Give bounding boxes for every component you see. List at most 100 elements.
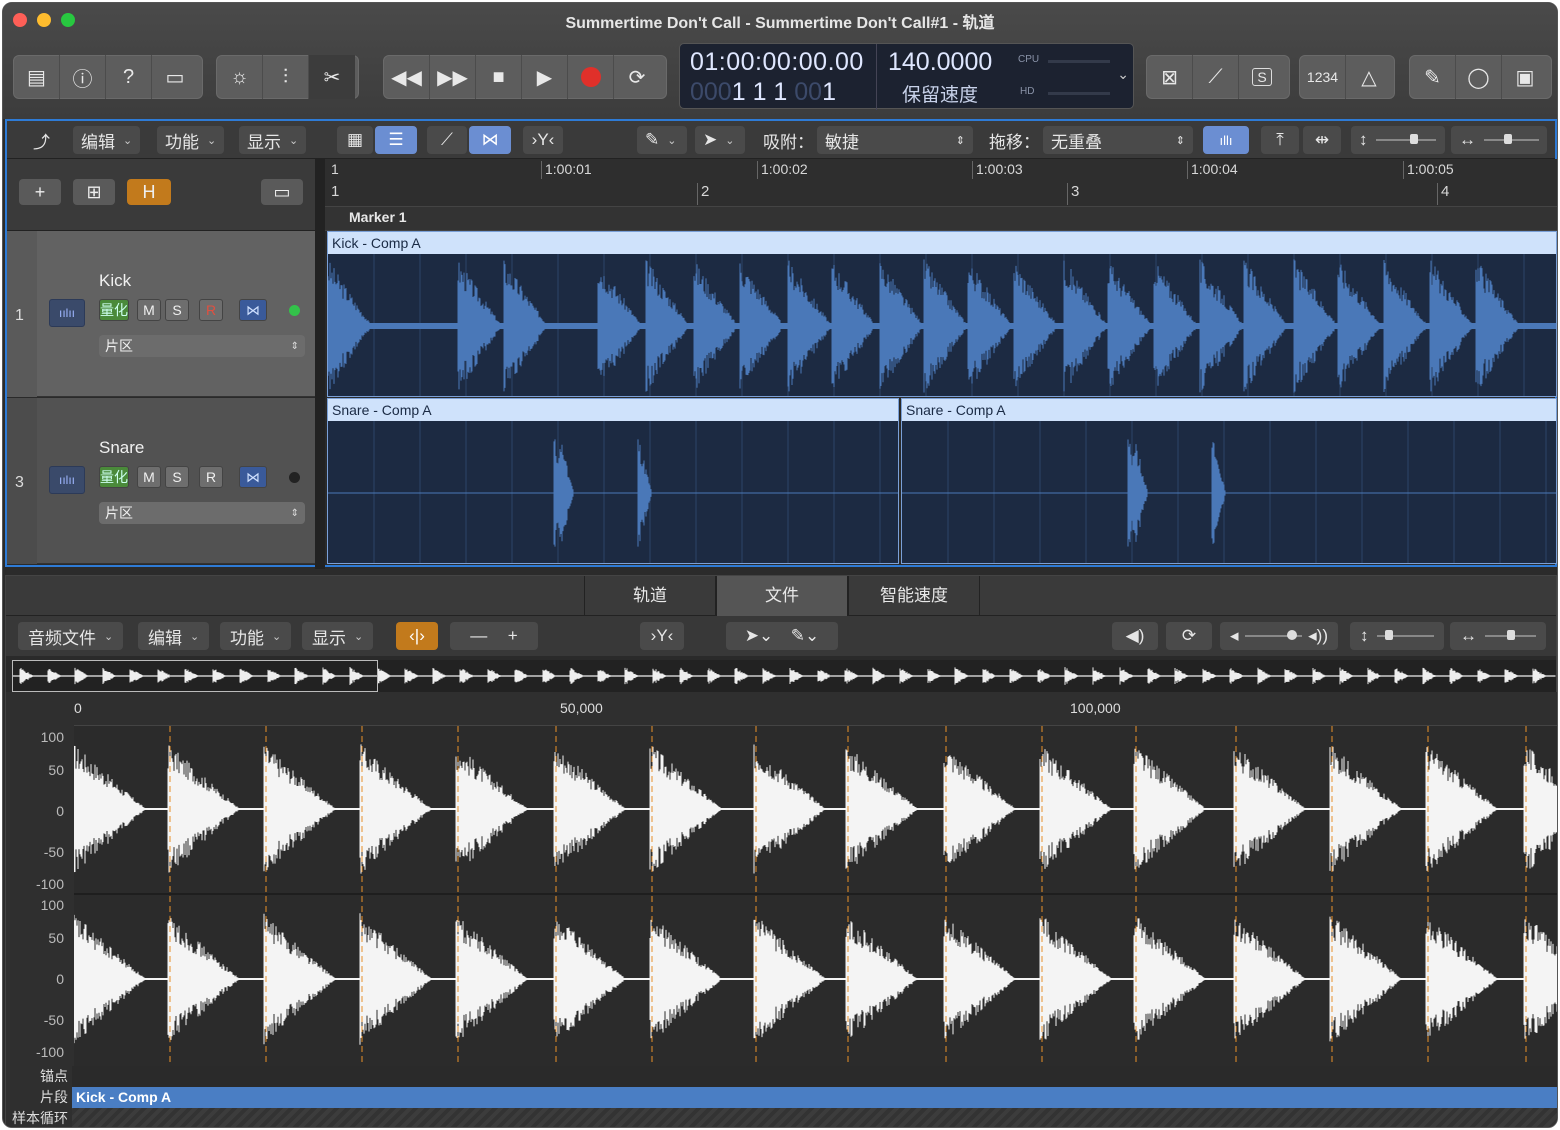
catch-icon[interactable]: ›Y‹: [523, 126, 563, 154]
hide-button[interactable]: H: [127, 179, 171, 205]
audio-region-kick[interactable]: Kick - Comp A: [327, 231, 1557, 397]
smart-controls-icon[interactable]: ☼: [217, 55, 263, 99]
solo-button[interactable]: S: [165, 299, 189, 321]
solo-icon[interactable]: S: [1239, 55, 1285, 99]
back-arrow-icon[interactable]: ⤴: [25, 126, 58, 154]
waveform-overview[interactable]: [11, 660, 1556, 692]
cycle-icon[interactable]: ⟳: [614, 55, 660, 99]
mute-button[interactable]: M: [137, 466, 161, 488]
drag-select[interactable]: 无重叠 ⇕: [1043, 126, 1193, 154]
audio-region-snare-1[interactable]: Snare - Comp A: [327, 398, 899, 564]
minus-icon: —: [470, 626, 488, 645]
replace-icon[interactable]: ⊠: [1147, 55, 1193, 99]
waveform-display[interactable]: [74, 726, 1557, 1066]
tab-file[interactable]: 文件: [716, 576, 848, 616]
pencil-tool-icon[interactable]: ✎ ⌄: [637, 126, 687, 154]
overview-visible-range[interactable]: [12, 660, 378, 692]
editor-scissors-icon[interactable]: ✂: [309, 55, 355, 99]
quantize-button[interactable]: 量化: [99, 466, 129, 488]
edit-menu[interactable]: 编辑 ⌄: [73, 126, 141, 154]
toolbar-icon[interactable]: ▭: [152, 55, 198, 99]
ruler-timecode: 1:00:02: [761, 161, 808, 177]
track-header-snare[interactable]: 3 Snare ıılıı 量化 M S R ⋈ 片区 ⇕: [7, 398, 315, 564]
view-menu[interactable]: 显示 ⌄: [239, 126, 307, 154]
info-icon[interactable]: ⓘ: [60, 55, 106, 99]
record-enable-button[interactable]: R: [199, 299, 223, 321]
track-name[interactable]: Snare: [99, 438, 144, 458]
loop-browser-icon[interactable]: ◯: [1456, 55, 1502, 99]
track-header-kick[interactable]: 1 Kick ıılıı 量化 M S R ⋈ 片区 ⇕: [7, 231, 315, 397]
play-icon[interactable]: ▶: [522, 55, 568, 99]
tuner-icon[interactable]: ⟋: [1193, 55, 1239, 99]
tracks-toolbar: ⤴ 编辑 ⌄ 功能 ⌄ 显示 ⌄ ▦ ☰ ⟋ ⋈ ›Y‹ ✎ ⌄ ➤ ⌄ 吸附： 敏捷 ⇕ …: [7, 121, 1555, 159]
editor-horizontal-zoom[interactable]: ↔: [1450, 622, 1546, 650]
functions-menu[interactable]: 功能 ⌄: [157, 126, 225, 154]
region-name: Snare - Comp A: [328, 399, 898, 421]
automation-icon[interactable]: ⟋: [427, 126, 467, 154]
metronome-icon[interactable]: △: [1346, 55, 1392, 99]
fit-vertical-icon[interactable]: ⤒: [1261, 126, 1299, 154]
global-tracks-icon[interactable]: ▭: [261, 179, 303, 205]
flex-icon[interactable]: ⋈: [469, 126, 511, 154]
region-menu[interactable]: 片区 ⇕: [99, 502, 305, 524]
notepad-icon[interactable]: ✎: [1410, 55, 1456, 99]
snap-label: 吸附：: [763, 132, 814, 152]
browser-icon[interactable]: ▣: [1502, 55, 1548, 99]
editor-view-menu[interactable]: 显示 ⌄: [302, 622, 374, 650]
count-in-icon[interactable]: 1234: [1300, 55, 1346, 99]
record-icon[interactable]: [568, 55, 614, 99]
rewind-icon[interactable]: ◀◀: [384, 55, 430, 99]
solo-button[interactable]: S: [165, 466, 189, 488]
help-icon[interactable]: ?: [106, 55, 152, 99]
fast-forward-icon[interactable]: ▶▶: [430, 55, 476, 99]
editor-vertical-zoom[interactable]: ↕: [1350, 622, 1444, 650]
lcd-display[interactable]: 01:00:00:00.00 0001 1 1 001 140.0000 保留速…: [679, 43, 1134, 110]
grid-view-icon[interactable]: ▦: [337, 126, 373, 154]
list-view-icon[interactable]: ☰: [375, 126, 417, 154]
catch-icon[interactable]: ›Y‹: [640, 622, 684, 650]
lcd-tempo[interactable]: 140.0000: [888, 48, 992, 77]
mute-button[interactable]: M: [137, 299, 161, 321]
add-track-button[interactable]: +: [19, 179, 61, 205]
marker-lane[interactable]: Marker 1: [325, 207, 1557, 231]
region-lane[interactable]: 片段 Kick - Comp A: [6, 1087, 1557, 1108]
stop-icon[interactable]: ■: [476, 55, 522, 99]
region-menu[interactable]: 片区 ⇕: [99, 335, 305, 357]
flex-track-icon[interactable]: ⋈: [239, 466, 267, 488]
editor-tools[interactable]: ➤⌄ ✎⌄: [726, 622, 838, 650]
waveform-zoom-icon[interactable]: ıllı: [1203, 126, 1249, 154]
marker-label[interactable]: Marker 1: [349, 209, 407, 225]
pointer-tool-icon[interactable]: ➤ ⌄: [695, 126, 745, 154]
audio-track-icon: ıılıı: [49, 466, 85, 494]
mixer-icon[interactable]: ⫶: [263, 55, 309, 99]
audio-file-editor: 轨道 文件 智能速度 音频文件 ⌄ 编辑 ⌄ 功能 ⌄ 显示 ⌄ ‹|› — + ›Y‹ …: [5, 575, 1557, 1127]
duplicate-track-button[interactable]: ⊞: [73, 179, 115, 205]
tab-tracks[interactable]: 轨道: [584, 576, 716, 616]
audio-region-snare-2[interactable]: Snare - Comp A: [901, 398, 1557, 564]
quantize-button[interactable]: 量化: [99, 299, 129, 321]
audio-file-menu[interactable]: 音频文件 ⌄: [18, 622, 124, 650]
fit-horizontal-icon[interactable]: ⇹: [1303, 126, 1341, 154]
speaker-icon[interactable]: ◀): [1112, 622, 1158, 650]
transient-count-stepper[interactable]: — +: [450, 622, 538, 650]
horizontal-zoom-slider[interactable]: ↔: [1451, 126, 1547, 154]
plus-icon: +: [507, 626, 518, 645]
lcd-tempo-mode[interactable]: 保留速度: [902, 80, 978, 107]
volume-slider[interactable]: ◂ ◂)): [1220, 622, 1338, 650]
editor-functions-menu[interactable]: 功能 ⌄: [220, 622, 292, 650]
tab-smart-tempo[interactable]: 智能速度: [848, 576, 980, 616]
flex-track-icon[interactable]: ⋈: [239, 299, 267, 321]
vertical-zoom-slider[interactable]: ↕: [1351, 126, 1445, 154]
library-icon[interactable]: ▤: [14, 55, 60, 99]
snap-select[interactable]: 敏捷 ⇕: [817, 126, 973, 154]
track-name[interactable]: Kick: [99, 271, 131, 291]
chevron-down-icon: ⌄: [104, 630, 114, 643]
transient-edit-icon[interactable]: ‹|›: [396, 622, 438, 650]
record-enable-button[interactable]: R: [199, 466, 223, 488]
sample-ruler[interactable]: 0 50,000 100,000: [74, 692, 1557, 726]
timeline-ruler[interactable]: 1 1:00:01 1:00:02 1:00:03 1:00:04 1:00:0…: [325, 159, 1557, 207]
chevron-down-icon: ⌄: [190, 630, 200, 643]
editor-edit-menu[interactable]: 编辑 ⌄: [138, 622, 210, 650]
cycle-playback-icon[interactable]: ⟳: [1166, 622, 1212, 650]
chevron-down-icon[interactable]: ⌄: [1117, 66, 1129, 83]
